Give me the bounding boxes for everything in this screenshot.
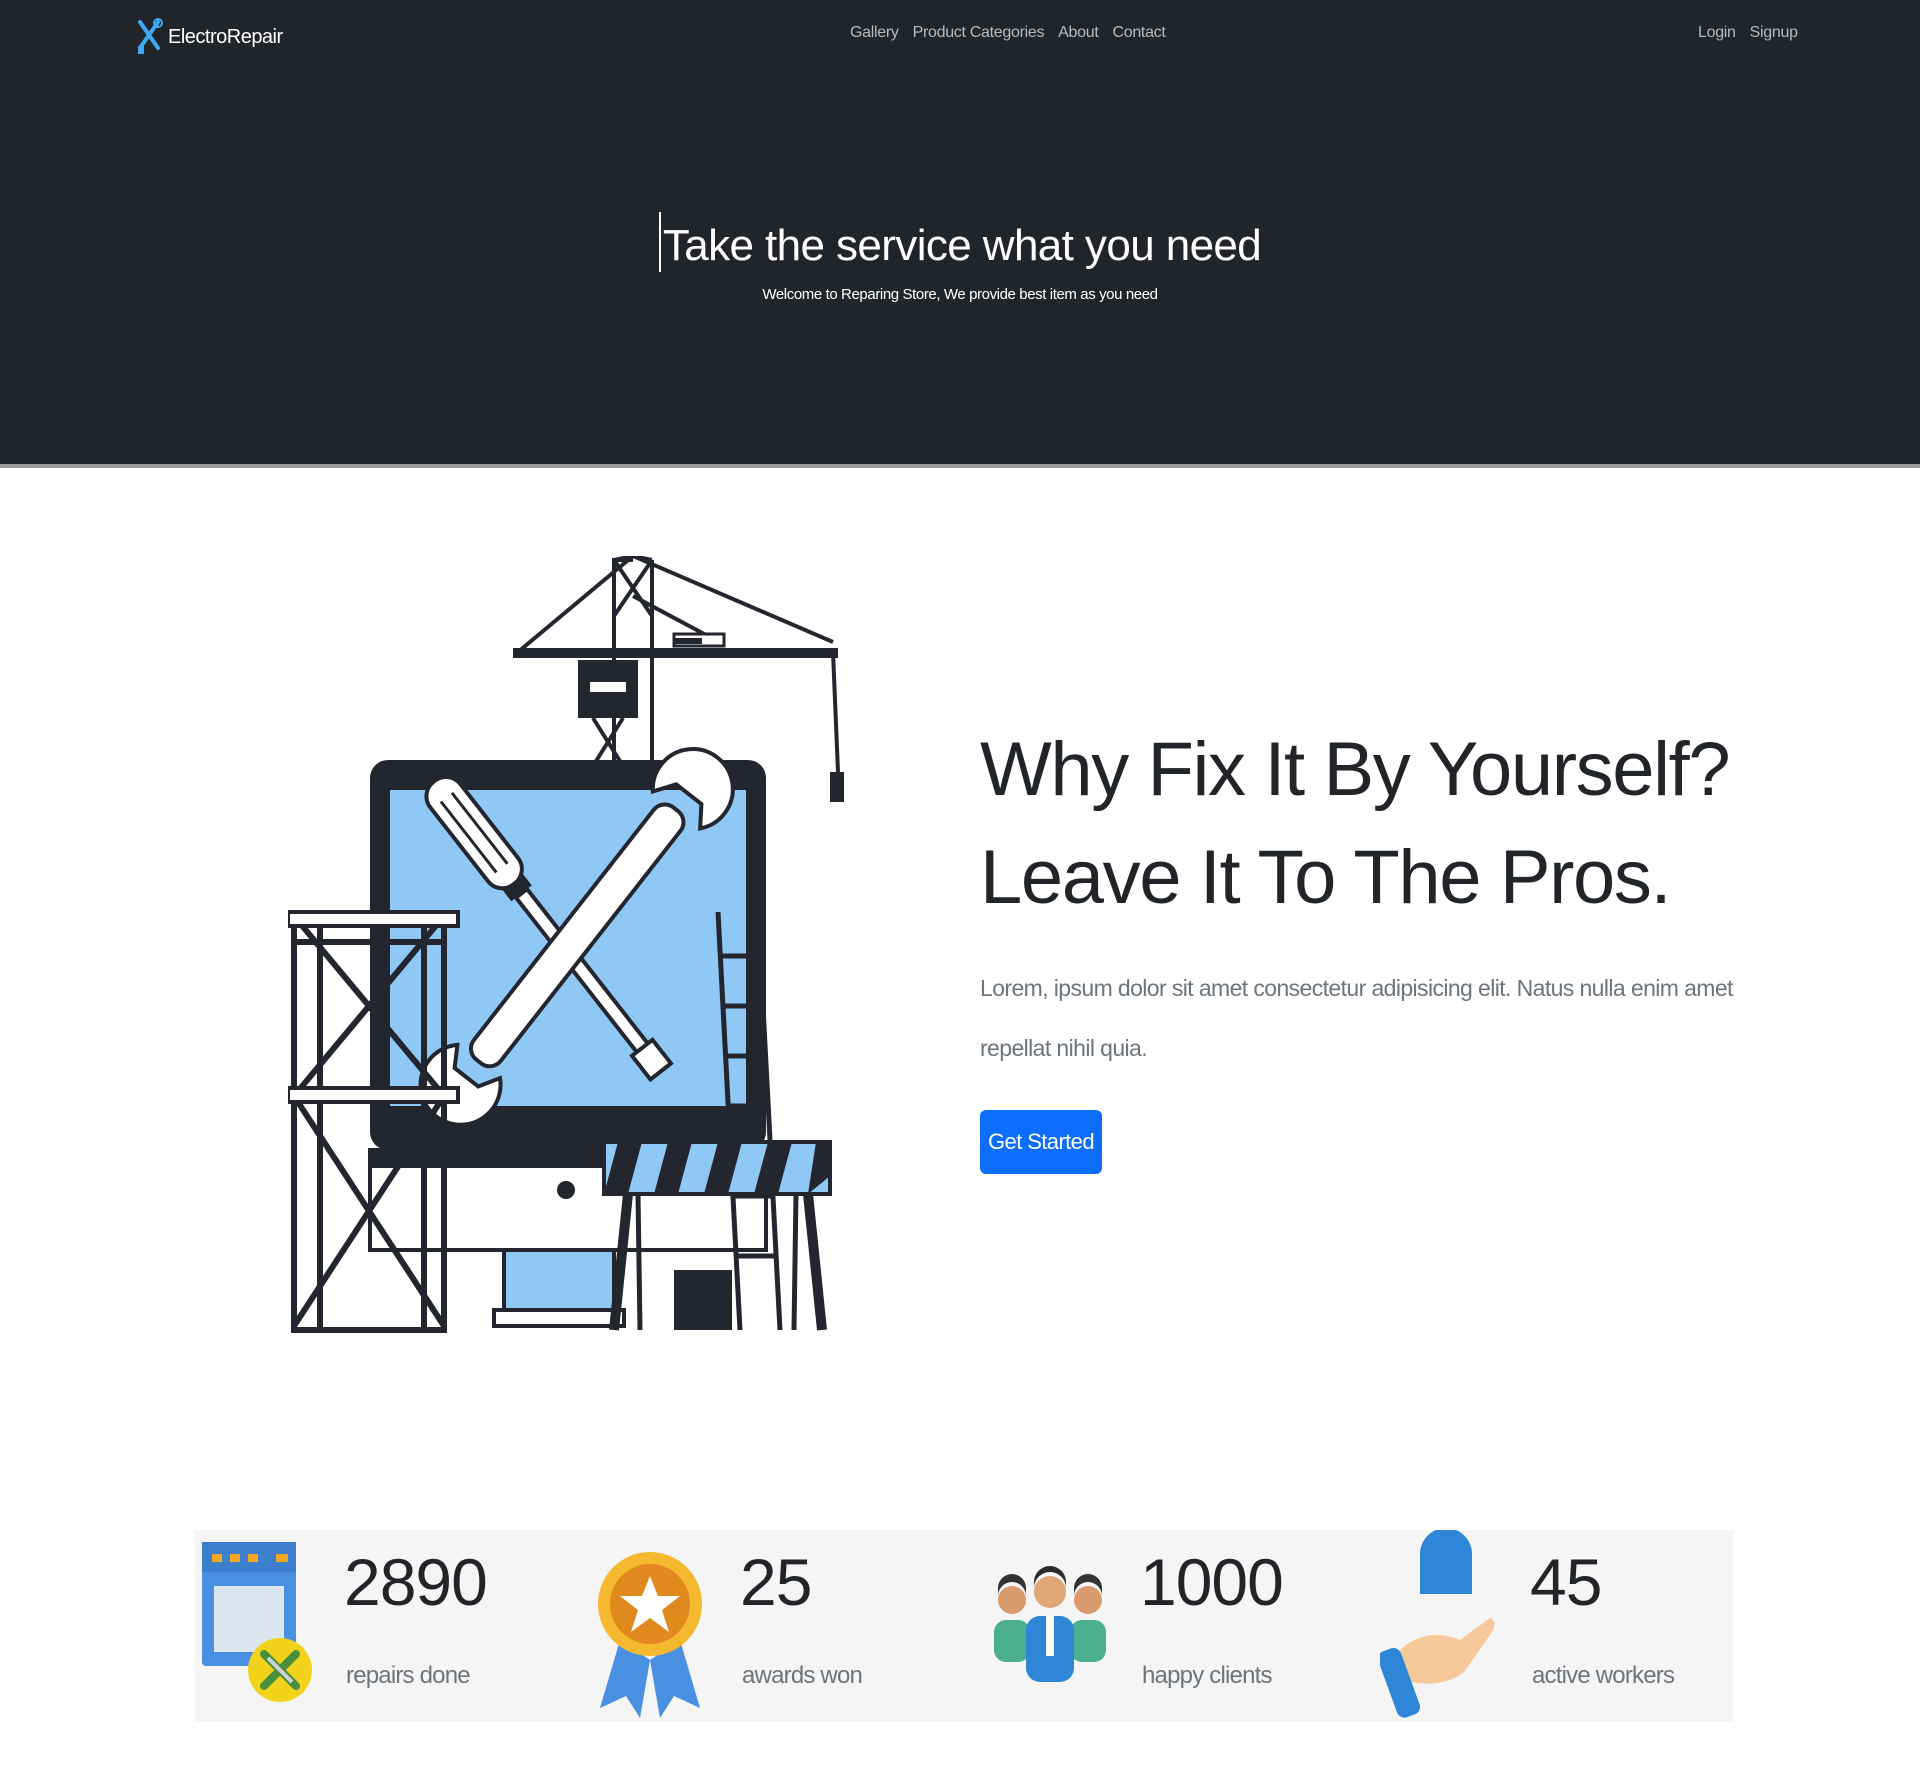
nav-gallery[interactable]: Gallery xyxy=(850,24,899,42)
stat-clients-value: 1000 xyxy=(1140,1545,1284,1619)
stat-clients-label: happy clients xyxy=(1142,1662,1272,1689)
nav-about[interactable]: About xyxy=(1058,24,1099,42)
hero-header: ElectroRepair Gallery Product Categories… xyxy=(0,0,1920,468)
stat-awards-label: awards won xyxy=(742,1662,863,1689)
scaffolding-graphic xyxy=(291,913,447,1333)
stat-workers-value: 45 xyxy=(1530,1545,1602,1619)
brand-link[interactable]: ElectroRepair xyxy=(136,18,283,56)
feature-title: Why Fix It By Yourself? Leave It To The … xyxy=(980,727,1731,920)
stat-workers-label: active workers xyxy=(1532,1662,1675,1689)
text-caret xyxy=(658,212,661,272)
stat-awards-value: 25 xyxy=(740,1545,812,1619)
crane-graphic xyxy=(516,556,840,773)
worker-hand-icon xyxy=(1380,1530,1495,1718)
stat-repairs-value: 2890 xyxy=(344,1545,488,1619)
login-link[interactable]: Login xyxy=(1698,24,1736,42)
nav-product-categories[interactable]: Product Categories xyxy=(913,24,1045,42)
feature-text: Lorem, ipsum dolor sit amet consectetur … xyxy=(980,975,1733,1061)
tools-icon xyxy=(138,18,163,54)
hero-title: Take the service what you need xyxy=(662,221,1262,270)
nav-contact[interactable]: Contact xyxy=(1112,24,1165,42)
stat-repairs-label: repairs done xyxy=(346,1662,471,1689)
signup-link[interactable]: Signup xyxy=(1750,24,1798,42)
hero-title-wrap: Take the service what you need xyxy=(0,212,1920,272)
repair-browser-icon xyxy=(202,1542,312,1702)
auth-links: Login Signup xyxy=(1698,24,1798,42)
stats-section: 2890 repairs done 25 awards won 1000 hap… xyxy=(194,1530,1734,1722)
repair-illustration xyxy=(288,556,844,1333)
stat-workers: 45 active workers xyxy=(1380,1530,1734,1722)
hero-subtitle: Welcome to Reparing Store, We provide be… xyxy=(762,286,1158,303)
stat-awards: 25 awards won xyxy=(590,1530,980,1722)
award-medal-icon xyxy=(598,1552,702,1718)
stat-repairs: 2890 repairs done xyxy=(194,1530,584,1722)
get-started-button[interactable]: Get Started xyxy=(980,1110,1102,1174)
clients-group-icon xyxy=(994,1566,1106,1682)
brand-name: ElectroRepair xyxy=(168,25,283,48)
stat-clients: 1000 happy clients xyxy=(990,1530,1380,1722)
main-nav: Gallery Product Categories About Contact xyxy=(850,24,1166,42)
